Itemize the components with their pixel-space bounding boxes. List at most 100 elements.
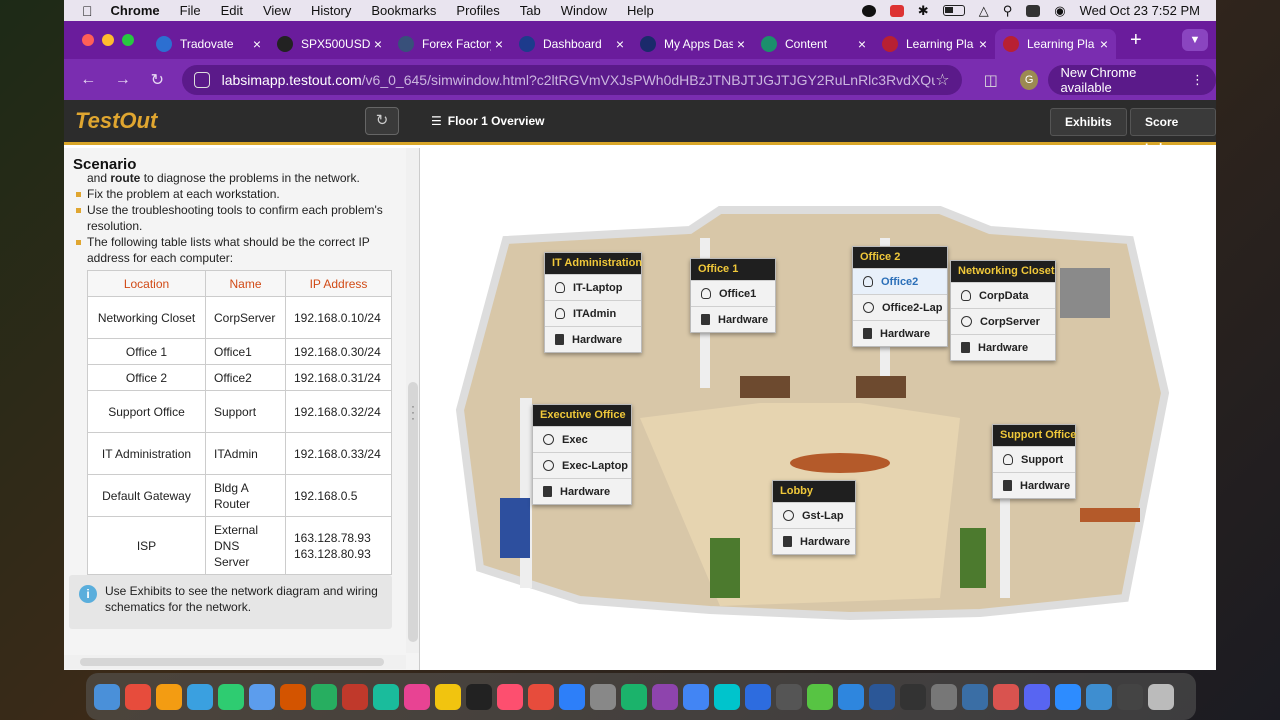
dock-app-icon[interactable] (869, 683, 895, 710)
device-item[interactable]: Hardware (691, 306, 775, 332)
dock-app-icon[interactable] (373, 683, 399, 710)
dock-app-icon[interactable] (590, 683, 616, 710)
device-item[interactable]: CorpServer (951, 308, 1055, 334)
dock-app-icon[interactable] (1086, 683, 1112, 710)
close-window-button[interactable] (82, 34, 94, 46)
device-item[interactable]: Gst-Lap (773, 502, 855, 528)
dock-app-icon[interactable] (683, 683, 709, 710)
dock-app-icon[interactable] (280, 683, 306, 710)
menubar-clock[interactable]: Wed Oct 23 7:52 PM (1080, 3, 1200, 18)
horizontal-scrollbar[interactable] (64, 655, 406, 669)
menu-file[interactable]: File (180, 3, 201, 18)
dock-app-icon[interactable] (125, 683, 151, 710)
device-item[interactable]: Hardware (533, 478, 631, 504)
close-tab-icon[interactable]: × (495, 36, 503, 52)
site-info-icon[interactable] (193, 71, 210, 88)
menu-window[interactable]: Window (561, 3, 607, 18)
dock-app-icon[interactable] (652, 683, 678, 710)
score-lab-button[interactable]: Score Lab (1130, 108, 1216, 155)
url-bar[interactable]: labsimapp.testout.com/v6_0_645/simwindow… (181, 64, 962, 95)
dock-app-icon[interactable] (900, 683, 926, 710)
reload-button[interactable]: ↻ (147, 70, 168, 90)
browser-tab[interactable]: Tradovate × (148, 29, 269, 59)
new-chrome-available-button[interactable]: New Chrome available ⋮ (1048, 64, 1216, 95)
control-center-icon[interactable] (1026, 4, 1041, 17)
dock-app-icon[interactable] (621, 683, 647, 710)
dock-app-icon[interactable] (776, 683, 802, 710)
dock-app-icon[interactable] (962, 683, 988, 710)
menu-help[interactable]: Help (627, 3, 654, 18)
device-item[interactable]: Office2 (853, 268, 947, 294)
kebab-menu-icon[interactable]: ⋮ (1191, 72, 1204, 88)
close-tab-icon[interactable]: × (1100, 36, 1108, 52)
dock-app-icon[interactable] (528, 683, 554, 710)
dock-app-icon[interactable] (1055, 683, 1081, 710)
menu-profiles[interactable]: Profiles (456, 3, 499, 18)
device-item[interactable]: Hardware (545, 326, 641, 352)
wifi-icon[interactable]: △ (979, 3, 989, 19)
device-item[interactable]: CorpData (951, 282, 1055, 308)
dock-app-icon[interactable] (745, 683, 771, 710)
close-tab-icon[interactable]: × (858, 36, 866, 52)
dock-app-icon[interactable] (838, 683, 864, 710)
dock-app-icon[interactable] (187, 683, 213, 710)
floor-overview-button[interactable]: ☰ Floor 1 Overview (431, 114, 544, 128)
dock-app-icon[interactable] (714, 683, 740, 710)
browser-tab[interactable]: SPX500USD × (269, 29, 390, 59)
device-item[interactable]: Hardware (773, 528, 855, 554)
forward-button[interactable]: → (113, 71, 134, 89)
browser-tab[interactable]: Dashboard × (511, 29, 632, 59)
apple-icon[interactable]:  (82, 3, 93, 19)
panel-resize-handle[interactable]: · · · (406, 400, 419, 424)
dock-app-icon[interactable] (1024, 683, 1050, 710)
app-status-icon[interactable] (889, 4, 904, 17)
bookmark-star-icon[interactable]: ☆ (935, 70, 949, 90)
exhibits-button[interactable]: Exhibits (1050, 108, 1127, 136)
device-item[interactable]: Office1 (691, 280, 775, 306)
close-tab-icon[interactable]: × (979, 36, 987, 52)
browser-tab[interactable]: Learning Pla × (995, 29, 1116, 59)
device-item[interactable]: Exec (533, 426, 631, 452)
close-tab-icon[interactable]: × (616, 36, 624, 52)
dock-app-icon[interactable] (1148, 683, 1174, 710)
url-text[interactable]: labsimapp.testout.com/v6_0_645/simwindow… (222, 72, 936, 88)
extensions-icon[interactable]: ◫ (984, 71, 998, 89)
dock-app-icon[interactable] (497, 683, 523, 710)
profile-avatar[interactable]: G (1019, 69, 1039, 90)
browser-tab[interactable]: Content × (753, 29, 874, 59)
menu-edit[interactable]: Edit (221, 3, 243, 18)
battery-icon[interactable] (942, 5, 965, 16)
new-tab-button[interactable]: + (1130, 29, 1142, 52)
dock-app-icon[interactable] (156, 683, 182, 710)
refresh-lab-button[interactable]: ↻ (365, 107, 399, 135)
search-icon[interactable]: ⚲ (1003, 3, 1013, 19)
dock-app-icon[interactable] (94, 683, 120, 710)
menu-history[interactable]: History (311, 3, 351, 18)
minimize-window-button[interactable] (102, 34, 114, 46)
menu-bookmarks[interactable]: Bookmarks (371, 3, 436, 18)
close-tab-icon[interactable]: × (737, 36, 745, 52)
dock-app-icon[interactable] (807, 683, 833, 710)
device-item[interactable]: Support (993, 446, 1075, 472)
dock-app-icon[interactable] (311, 683, 337, 710)
browser-tab[interactable]: Learning Pla × (874, 29, 995, 59)
back-button[interactable]: ← (78, 71, 99, 89)
dock-app-icon[interactable] (342, 683, 368, 710)
device-item[interactable]: IT-Laptop (545, 274, 641, 300)
device-item[interactable]: Hardware (853, 320, 947, 346)
tab-search-button[interactable]: ▼ (1182, 29, 1208, 51)
dock-app-icon[interactable] (559, 683, 585, 710)
dock-app-icon[interactable] (218, 683, 244, 710)
dock-app-icon[interactable] (435, 683, 461, 710)
browser-tab[interactable]: My Apps Das × (632, 29, 753, 59)
menu-tab[interactable]: Tab (520, 3, 541, 18)
menu-app-name[interactable]: Chrome (111, 3, 160, 18)
close-tab-icon[interactable]: × (374, 36, 382, 52)
device-item[interactable]: Exec-Laptop (533, 452, 631, 478)
record-icon[interactable] (861, 4, 876, 17)
dock-app-icon[interactable] (993, 683, 1019, 710)
browser-tab[interactable]: Forex Factory × (390, 29, 511, 59)
device-item[interactable]: Hardware (993, 472, 1075, 498)
dock-app-icon[interactable] (404, 683, 430, 710)
dock-app-icon[interactable] (466, 683, 492, 710)
